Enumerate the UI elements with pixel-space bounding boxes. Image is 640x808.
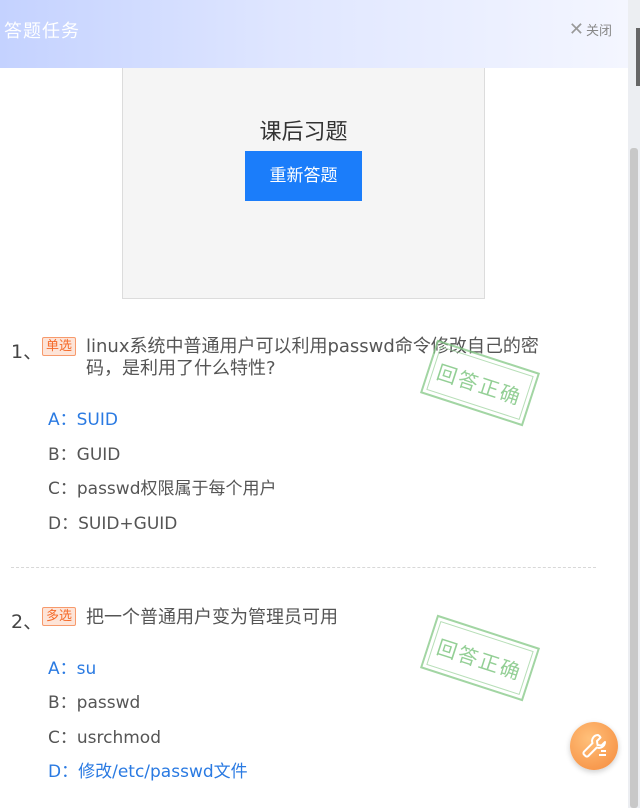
option-d[interactable]: D：修改/etc/passwd文件 [48,757,248,782]
scrollbar[interactable] [628,0,640,808]
option-d[interactable]: D：SUID+GUID [48,509,177,534]
dialog-header: 答题任务 ✕ 关闭 [0,0,628,68]
wrench-icon [582,734,606,758]
stamp-text: 回答正确 [433,359,526,410]
scrollbar-edge [636,28,640,86]
close-button[interactable]: ✕ 关闭 [569,20,612,39]
option-a[interactable]: A：su [48,654,96,679]
option-a[interactable]: A：SUID [48,405,118,430]
dialog-title: 答题任务 [4,21,80,42]
option-c[interactable]: C：usrchmod [48,723,161,748]
question-type-badge: 多选 [42,607,77,626]
option-b[interactable]: B：passwd [48,688,140,713]
close-label: 关闭 [585,24,612,39]
floating-tool-button[interactable] [570,722,618,770]
stamp-text: 回答正确 [433,634,526,685]
question-type-badge: 单选 [42,337,77,356]
correct-answer-stamp: 回答正确 [419,614,541,702]
question-text-line: 把一个普通用户变为管理员可用 [86,607,338,628]
card-title: 课后习题 [259,120,348,145]
close-icon: ✕ [568,18,584,40]
question-divider [11,567,596,568]
option-b[interactable]: B：GUID [48,440,120,465]
scrollbar-thumb[interactable] [630,148,638,808]
option-c[interactable]: C：passwd权限属于每个用户 [48,474,277,499]
exercise-card: 课后习题 重新答题 [122,68,485,299]
redo-button[interactable]: 重新答题 [245,151,362,201]
question-number: 2、 [11,611,43,633]
question-text-line: 码，是利用了什么特性? [86,358,276,379]
question-number: 1、 [11,341,43,363]
